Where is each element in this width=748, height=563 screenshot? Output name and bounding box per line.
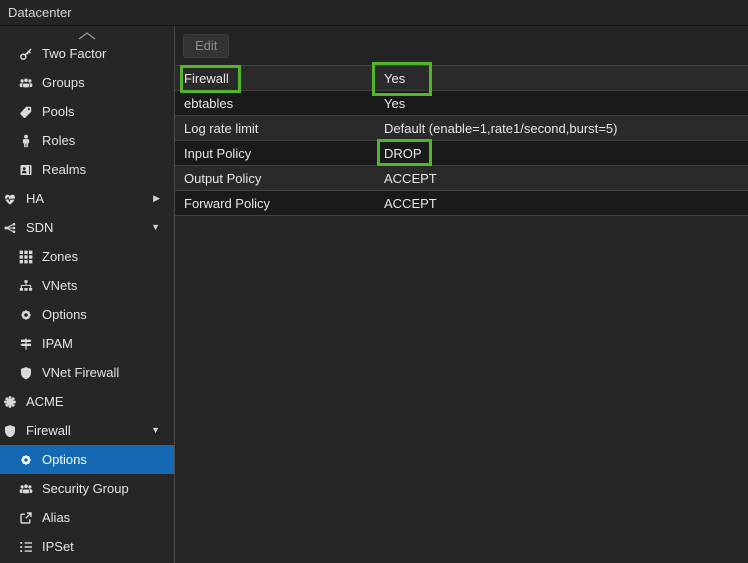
sidebar-item-vnet-firewall[interactable]: VNet Firewall (0, 358, 174, 387)
person-icon (19, 134, 33, 148)
row-value: ACCEPT (384, 195, 437, 211)
sidebar-item-label: HA (26, 191, 45, 206)
sidebar-item-label: Pools (42, 104, 75, 119)
sidebar-item-label: Options (42, 307, 87, 322)
expander-expanded-icon[interactable]: ▼ (151, 223, 160, 232)
row-value: ACCEPT (384, 170, 437, 186)
sidebar-item-label: Security Group (42, 481, 129, 496)
users-icon (19, 76, 33, 90)
sidebar-item-label: Realms (42, 162, 87, 177)
row-name: Firewall (184, 70, 229, 86)
sidebar-item-label: VNets (42, 278, 78, 293)
row-name: Forward Policy (184, 195, 270, 211)
table-row-forward-policy[interactable]: Forward Policy ACCEPT (175, 191, 748, 216)
scroll-up-indicator[interactable] (0, 29, 174, 44)
table-row-firewall[interactable]: Firewall Yes (175, 66, 748, 91)
sidebar-item-firewall-options[interactable]: Options (0, 445, 174, 474)
sidebar-item-vnets[interactable]: VNets (0, 271, 174, 300)
row-value: Default (enable=1,rate1/second,burst=5) (384, 120, 618, 136)
sidebar-item-realms[interactable]: Realms (0, 155, 174, 184)
chevron-up-icon (76, 29, 98, 44)
gear-icon (19, 308, 33, 322)
sidebar-item-label: Options (42, 452, 87, 467)
id-card-icon (19, 163, 33, 177)
tag-icon (19, 105, 33, 119)
grid-icon (19, 250, 33, 264)
options-table: Firewall Yes ebtables Yes Log rate limit… (175, 66, 748, 216)
sidebar-item-acme[interactable]: ACME (0, 387, 174, 416)
gear-icon (19, 453, 33, 467)
expander-collapsed-icon[interactable]: ▶ (153, 194, 160, 203)
sidebar-item-label: Groups (42, 75, 85, 90)
sidebar-item-firewall[interactable]: Firewall ▼ (0, 416, 174, 445)
sidebar-item-label: Alias (42, 510, 71, 525)
table-row-output-policy[interactable]: Output Policy ACCEPT (175, 166, 748, 191)
list-ol-icon (19, 540, 33, 554)
shield-icon (3, 424, 17, 438)
row-value: Yes (384, 95, 406, 111)
sidebar-item-label: VNet Firewall (42, 365, 120, 380)
row-name: Output Policy (184, 170, 262, 186)
sidebar-item-ipam[interactable]: IPAM (0, 329, 174, 358)
sidebar-item-label: Firewall (26, 423, 71, 438)
sidebar-item-label: SDN (26, 220, 54, 235)
row-name: Log rate limit (184, 120, 259, 136)
sidebar-item-zones[interactable]: Zones (0, 242, 174, 271)
proxmox-datacenter-window: Datacenter Two Factor Groups Pools Roles… (0, 0, 748, 563)
key-icon (19, 47, 33, 61)
page-title: Datacenter (8, 5, 72, 20)
sitemap-icon (19, 279, 33, 293)
sidebar: Two Factor Groups Pools Roles Realms HA … (0, 26, 175, 563)
sidebar-item-groups[interactable]: Groups (0, 68, 174, 97)
map-signs-icon (19, 337, 33, 351)
sidebar-item-roles[interactable]: Roles (0, 126, 174, 155)
sidebar-item-ha[interactable]: HA ▶ (0, 184, 174, 213)
certificate-icon (3, 395, 17, 409)
sidebar-item-label: ACME (26, 394, 64, 409)
row-name: Input Policy (184, 145, 252, 161)
firewall-options-panel: Edit Firewall Yes ebtables Yes Log rate … (175, 26, 748, 563)
sidebar-item-ipset[interactable]: IPSet (0, 532, 174, 561)
sidebar-item-label: IPAM (42, 336, 73, 351)
row-name: ebtables (184, 95, 234, 111)
header-bar: Datacenter (0, 0, 748, 26)
external-link-icon (19, 511, 33, 525)
sidebar-item-label: Zones (42, 249, 79, 264)
table-row-log-rate-limit[interactable]: Log rate limit Default (enable=1,rate1/s… (175, 116, 748, 141)
heartbeat-icon (3, 192, 17, 206)
row-value: Yes (384, 70, 406, 86)
edit-button[interactable]: Edit (183, 33, 230, 58)
sidebar-item-alias[interactable]: Alias (0, 503, 174, 532)
sidebar-item-pools[interactable]: Pools (0, 97, 174, 126)
users-icon (19, 482, 33, 496)
sidebar-tree: Two Factor Groups Pools Roles Realms HA … (0, 26, 174, 561)
table-row-input-policy[interactable]: Input Policy DROP (175, 141, 748, 166)
toolbar: Edit (175, 26, 748, 66)
sidebar-item-label: IPSet (42, 539, 74, 554)
sidebar-item-sdn-options[interactable]: Options (0, 300, 174, 329)
table-row-ebtables[interactable]: ebtables Yes (175, 91, 748, 116)
sidebar-item-sdn[interactable]: SDN ▼ (0, 213, 174, 242)
sidebar-item-label: Two Factor (42, 46, 107, 61)
row-value: DROP (384, 145, 422, 161)
sidebar-item-security-group[interactable]: Security Group (0, 474, 174, 503)
sidebar-item-label: Roles (42, 133, 76, 148)
network-nodes-icon (3, 221, 17, 235)
expander-expanded-icon[interactable]: ▼ (151, 426, 160, 435)
shield-icon (19, 366, 33, 380)
